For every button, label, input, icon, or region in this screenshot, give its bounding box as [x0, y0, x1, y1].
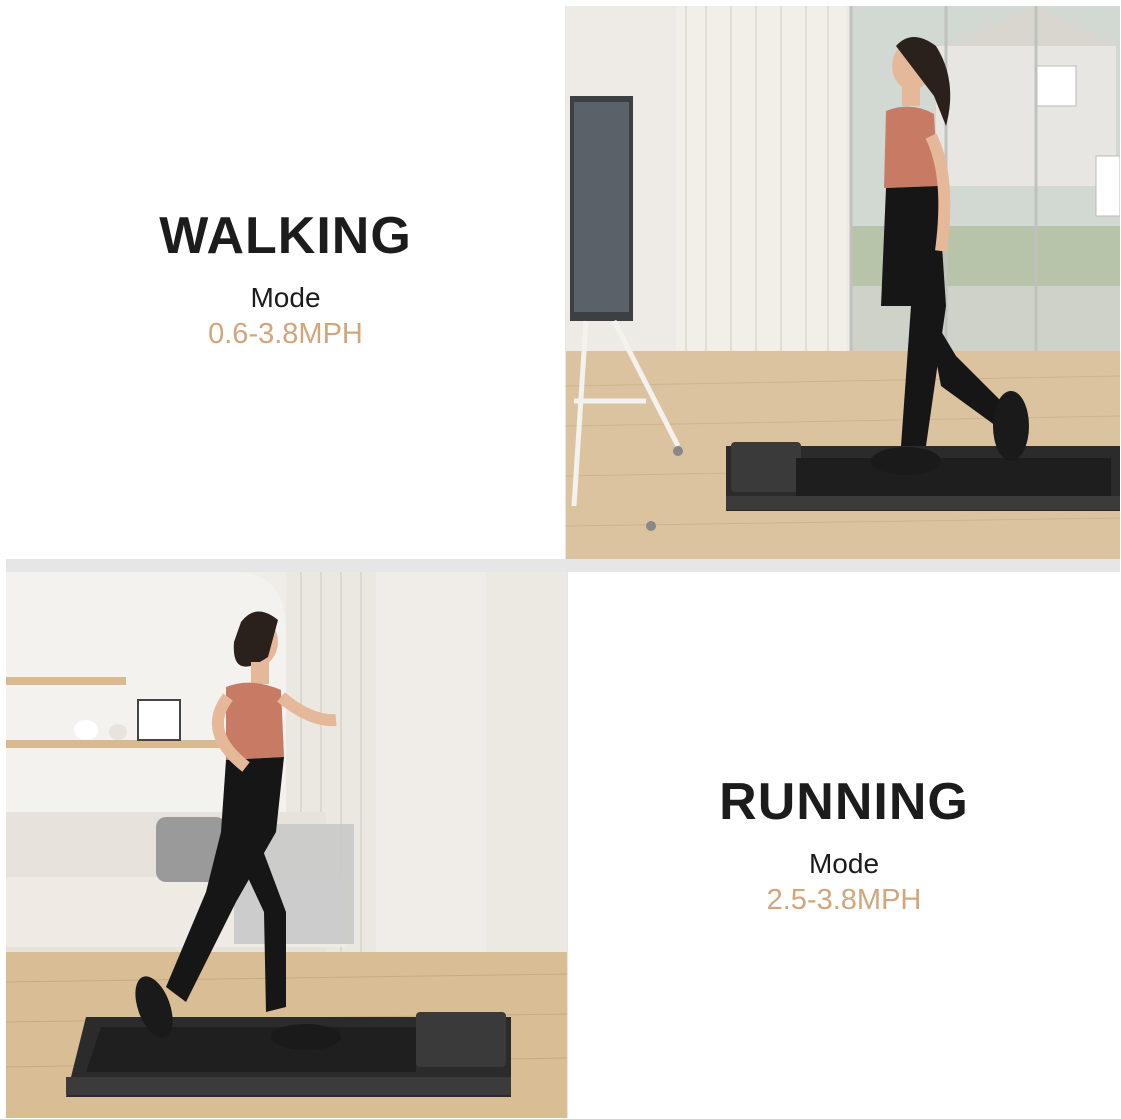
running-mode-label: Mode [808, 847, 880, 879]
running-title: RUNNING [719, 772, 969, 831]
walking-mode-text: WALKING Mode 0.6-3.8MPH [159, 210, 412, 349]
running-mode-panel: RUNNING Mode 2.5-3.8MPH [568, 572, 1120, 1118]
running-mode-text: RUNNING Mode 2.5-3.8MPH [719, 776, 969, 915]
running-photo [6, 572, 567, 1118]
walking-scene-illustration [566, 6, 1120, 559]
walking-title: WALKING [159, 207, 412, 265]
running-speed-range: 2.5-3.8MPH [766, 883, 922, 916]
walking-speed-range: 0.6-3.8MPH [208, 318, 363, 350]
walking-photo [566, 6, 1120, 559]
walking-mode-label: Mode [250, 282, 321, 313]
running-scene-illustration [6, 572, 567, 1118]
walking-mode-panel: WALKING Mode 0.6-3.8MPH [6, 6, 565, 559]
